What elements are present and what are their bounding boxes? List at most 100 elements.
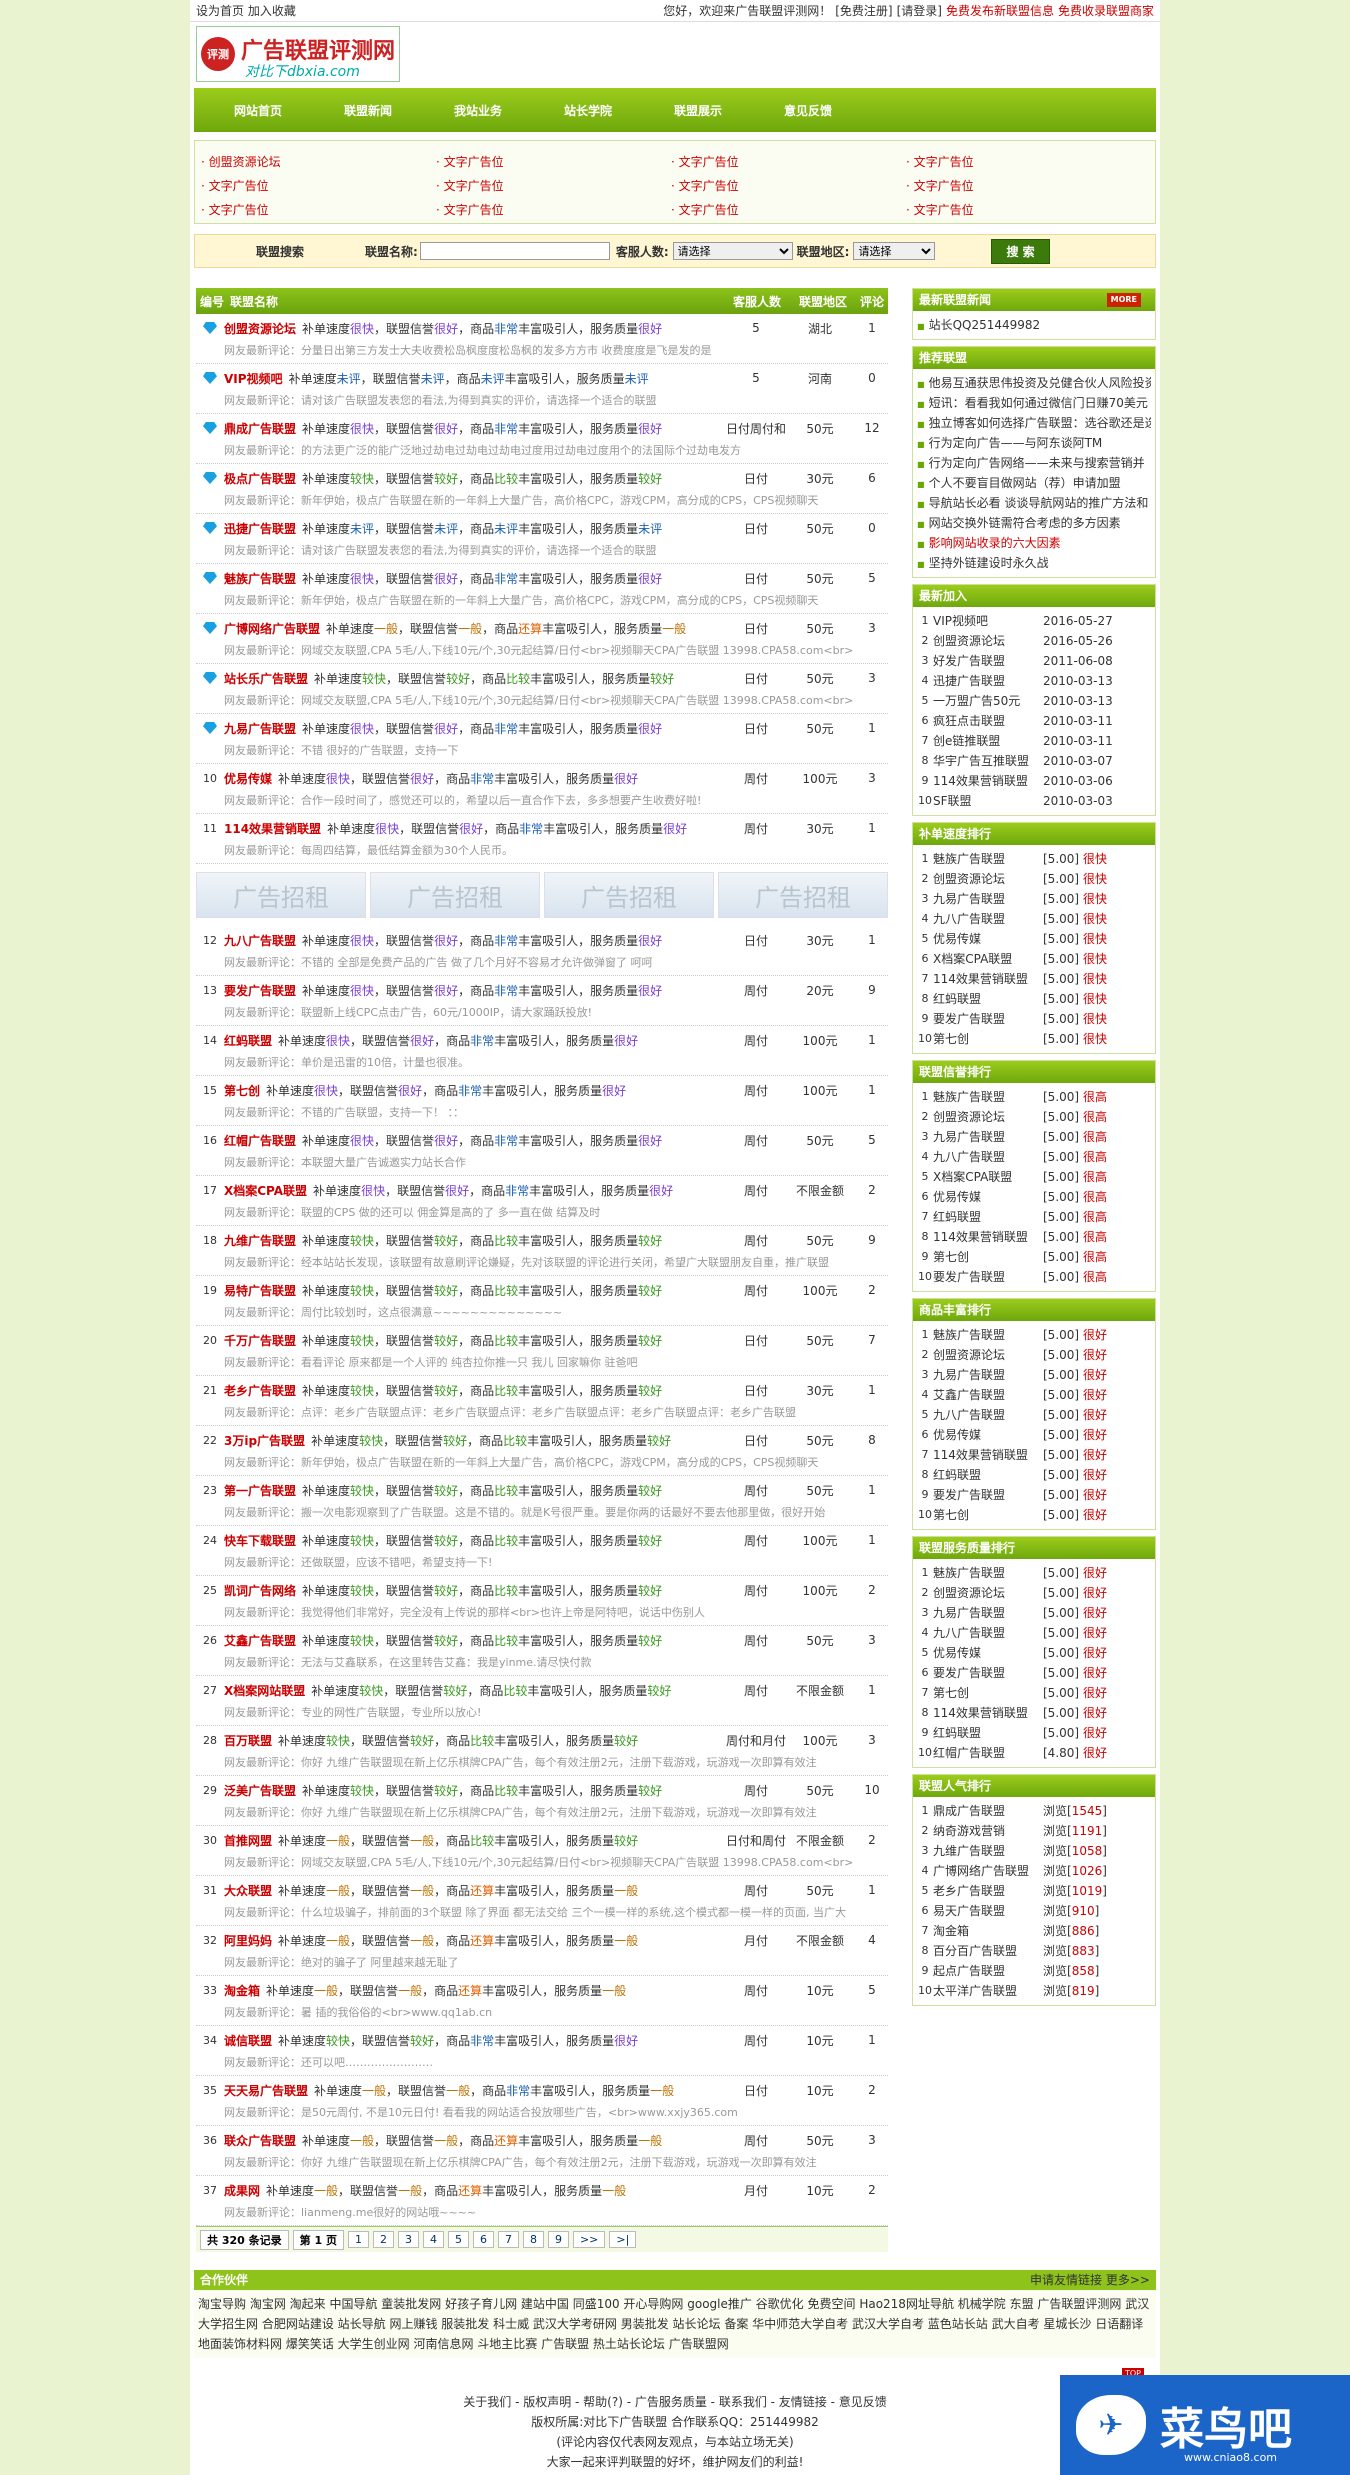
union-link[interactable]: 老乡广告联盟 bbox=[933, 1881, 1043, 1901]
union-name-link[interactable]: 艾鑫广告联盟 bbox=[224, 1632, 296, 1649]
union-link[interactable]: 第七创 bbox=[933, 1683, 1043, 1703]
union-link[interactable]: 九易广告联盟 bbox=[933, 1365, 1043, 1385]
recommend-item[interactable]: 坚持外链建设时永久战 bbox=[917, 553, 1151, 573]
union-name-link[interactable]: 红帽广告联盟 bbox=[224, 1132, 296, 1149]
union-name-link[interactable]: 红蚂联盟 bbox=[224, 1032, 272, 1049]
home-fav-links[interactable]: 设为首页 加入收藏 bbox=[196, 2, 296, 19]
union-link[interactable]: 纳奇游戏营销 bbox=[933, 1821, 1043, 1841]
union-link[interactable]: 红蚂联盟 bbox=[933, 1207, 1043, 1227]
union-name-link[interactable]: 阿里妈妈 bbox=[224, 1932, 272, 1949]
comment-count[interactable]: 1 bbox=[856, 1533, 888, 1547]
comment-count[interactable]: 0 bbox=[856, 521, 888, 535]
text-ad-link[interactable]: · 文字广告位 bbox=[201, 201, 436, 218]
union-link[interactable]: 创盟资源论坛 bbox=[933, 1345, 1043, 1365]
union-name-link[interactable]: 百万联盟 bbox=[224, 1732, 272, 1749]
nav-item-4[interactable]: 联盟展示 bbox=[648, 102, 748, 119]
union-link[interactable]: 起点广告联盟 bbox=[933, 1961, 1043, 1981]
union-link[interactable]: 疯狂点击联盟 bbox=[933, 711, 1043, 731]
comment-count[interactable]: 2 bbox=[856, 1583, 888, 1597]
union-link[interactable]: 九维广告联盟 bbox=[933, 1841, 1043, 1861]
union-link[interactable]: 优易传媒 bbox=[933, 1643, 1043, 1663]
comment-count[interactable]: 7 bbox=[856, 1333, 888, 1347]
register-link[interactable]: [免费注册] bbox=[835, 4, 892, 18]
comment-count[interactable]: 1 bbox=[856, 821, 888, 835]
comment-count[interactable]: 1 bbox=[856, 1033, 888, 1047]
comment-count[interactable]: 8 bbox=[856, 1433, 888, 1447]
union-link[interactable]: 魅族广告联盟 bbox=[933, 1563, 1043, 1583]
union-link[interactable]: 魅族广告联盟 bbox=[933, 1325, 1043, 1345]
nav-item-3[interactable]: 站长学院 bbox=[538, 102, 638, 119]
banner-ad-slot[interactable]: 广告招租 bbox=[196, 872, 366, 918]
comment-count[interactable]: 1 bbox=[856, 321, 888, 335]
union-name-link[interactable]: 九八广告联盟 bbox=[224, 932, 296, 949]
comment-count[interactable]: 1 bbox=[856, 1083, 888, 1097]
nav-item-0[interactable]: 网站首页 bbox=[208, 102, 308, 119]
union-name-link[interactable]: 凯词广告网络 bbox=[224, 1582, 296, 1599]
union-name-link[interactable]: 老乡广告联盟 bbox=[224, 1382, 296, 1399]
union-link[interactable]: 红蚂联盟 bbox=[933, 1723, 1043, 1743]
footer-links[interactable]: 关于我们 - 版权声明 - 帮助(?) - 广告服务质量 - 联系我们 - 友情… bbox=[194, 2392, 1156, 2412]
include-link[interactable]: 免费收录联盟商家 bbox=[1058, 4, 1154, 18]
union-link[interactable]: 九易广告联盟 bbox=[933, 1127, 1043, 1147]
comment-count[interactable]: 5 bbox=[856, 571, 888, 585]
union-link[interactable]: 优易传媒 bbox=[933, 1187, 1043, 1207]
union-link[interactable]: SF联盟 bbox=[933, 791, 1043, 811]
union-name-link[interactable]: 迅捷广告联盟 bbox=[224, 520, 296, 537]
union-link[interactable]: 九八广告联盟 bbox=[933, 1147, 1043, 1167]
text-ad-link[interactable]: · 文字广告位 bbox=[906, 177, 1141, 194]
union-link[interactable]: 114效果营销联盟 bbox=[933, 771, 1043, 791]
union-name-link[interactable]: 极点广告联盟 bbox=[224, 470, 296, 487]
union-name-link[interactable]: VIP视频吧 bbox=[224, 370, 283, 387]
union-link[interactable]: 九八广告联盟 bbox=[933, 909, 1043, 929]
comment-count[interactable]: 5 bbox=[856, 1983, 888, 1997]
union-link[interactable]: 魅族广告联盟 bbox=[933, 1087, 1043, 1107]
comment-count[interactable]: 3 bbox=[856, 1733, 888, 1747]
union-link[interactable]: 创盟资源论坛 bbox=[933, 869, 1043, 889]
comment-count[interactable]: 3 bbox=[856, 771, 888, 785]
union-link[interactable]: X档案CPA联盟 bbox=[933, 1167, 1043, 1187]
recommend-item[interactable]: 影响网站收录的六大因素 bbox=[917, 533, 1151, 553]
union-name-link[interactable]: 九易广告联盟 bbox=[224, 720, 296, 737]
publish-link[interactable]: 免费发布新联盟信息 bbox=[946, 4, 1054, 18]
page-link[interactable]: 6 bbox=[472, 2231, 494, 2248]
union-name-link[interactable]: 淘金箱 bbox=[224, 1982, 260, 1999]
text-ad-link[interactable]: · 文字广告位 bbox=[671, 153, 906, 170]
union-link[interactable]: 114效果营销联盟 bbox=[933, 1445, 1043, 1465]
comment-count[interactable]: 9 bbox=[856, 983, 888, 997]
union-name-link[interactable]: 首推网盟 bbox=[224, 1832, 272, 1849]
banner-ad-slot[interactable]: 广告招租 bbox=[718, 872, 888, 918]
union-link[interactable]: 九易广告联盟 bbox=[933, 1603, 1043, 1623]
union-name-link[interactable]: 千万广告联盟 bbox=[224, 1332, 296, 1349]
page-link[interactable]: 5 bbox=[447, 2231, 469, 2248]
union-link[interactable]: 优易传媒 bbox=[933, 929, 1043, 949]
text-ad-link[interactable]: · 文字广告位 bbox=[436, 201, 671, 218]
partners-more[interactable]: 更多>> bbox=[1106, 2273, 1150, 2287]
text-ad-link[interactable]: · 文字广告位 bbox=[906, 201, 1141, 218]
union-name-link[interactable]: 第一广告联盟 bbox=[224, 1482, 296, 1499]
text-ad-link[interactable]: · 文字广告位 bbox=[436, 153, 671, 170]
recommend-item[interactable]: 网站交换外链需符合考虑的多方因素 bbox=[917, 513, 1151, 533]
text-ad-link[interactable]: · 文字广告位 bbox=[671, 201, 906, 218]
union-link[interactable]: 一万盟广告50元 bbox=[933, 691, 1043, 711]
recommend-item[interactable]: 他易互通获思伟投资及兑健合伙人风险投资 bbox=[917, 373, 1151, 393]
page-link[interactable]: 2 bbox=[372, 2231, 394, 2248]
union-link[interactable]: 114效果营销联盟 bbox=[933, 1703, 1043, 1723]
union-link[interactable]: VIP视频吧 bbox=[933, 611, 1043, 631]
union-name-link[interactable]: 要发广告联盟 bbox=[224, 982, 296, 999]
nav-item-1[interactable]: 联盟新闻 bbox=[318, 102, 418, 119]
comment-count[interactable]: 1 bbox=[856, 2033, 888, 2047]
recommend-item[interactable]: 短讯：看看我如何通过微信门日赚70美元 bbox=[917, 393, 1151, 413]
union-link[interactable]: 淘金箱 bbox=[933, 1921, 1043, 1941]
union-name-link[interactable]: 114效果营销联盟 bbox=[224, 820, 321, 837]
union-name-link[interactable]: 3万ip广告联盟 bbox=[224, 1432, 305, 1449]
recommend-item[interactable]: 行为定向广告——与阿东谈阿TM bbox=[917, 433, 1151, 453]
union-name-link[interactable]: X档案网站联盟 bbox=[224, 1682, 305, 1699]
recommend-item[interactable]: 个人不要盲目做网站（荐）申请加盟 bbox=[917, 473, 1151, 493]
union-name-link[interactable]: 快车下载联盟 bbox=[224, 1532, 296, 1549]
union-link[interactable]: 创盟资源论坛 bbox=[933, 1107, 1043, 1127]
comment-count[interactable]: 9 bbox=[856, 1233, 888, 1247]
comment-count[interactable]: 5 bbox=[856, 1133, 888, 1147]
union-name-link[interactable]: X档案CPA联盟 bbox=[224, 1182, 307, 1199]
union-link[interactable]: 鼎成广告联盟 bbox=[933, 1801, 1043, 1821]
comment-count[interactable]: 3 bbox=[856, 621, 888, 635]
